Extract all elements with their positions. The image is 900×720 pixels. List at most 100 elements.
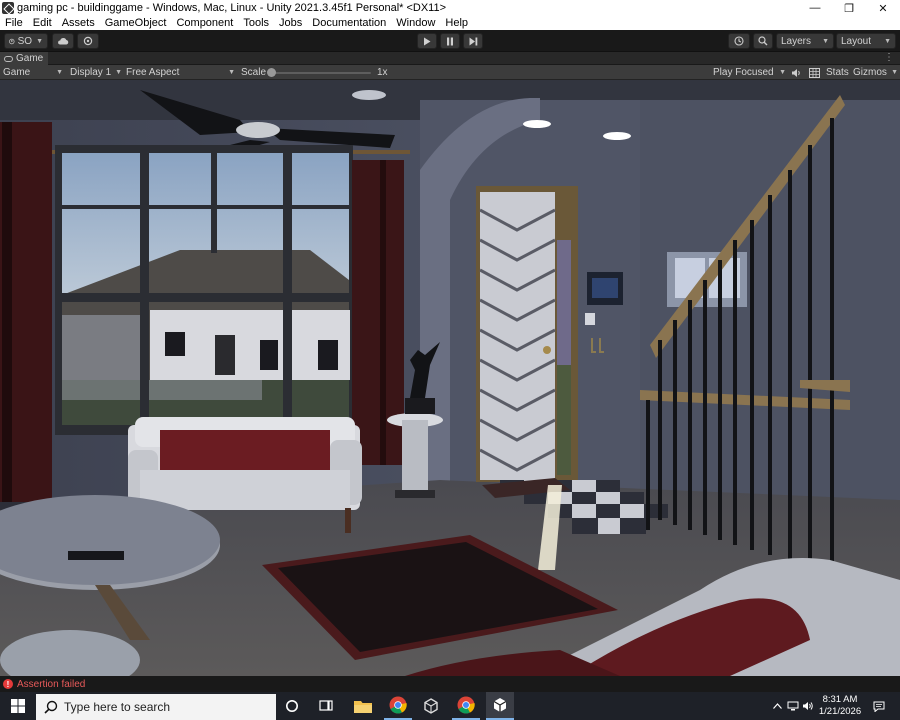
history-button[interactable]: [728, 33, 750, 49]
account-label: SO: [17, 35, 33, 47]
chevron-down-icon: ▼: [779, 69, 786, 76]
network-tray-button[interactable]: [786, 692, 800, 720]
cloud-button[interactable]: [52, 33, 74, 49]
menu-component[interactable]: Component: [171, 17, 238, 29]
cortana-circle-icon: [286, 700, 298, 712]
search-button[interactable]: [753, 33, 773, 49]
chrome-icon: [389, 696, 407, 714]
start-button[interactable]: [4, 692, 32, 720]
chevron-down-icon: ▼: [56, 69, 63, 76]
play-mode-label: Play Focused: [713, 67, 774, 78]
unity-logo-icon: [2, 2, 14, 14]
taskbar-unity-editor[interactable]: [486, 692, 514, 720]
play-icon: [424, 37, 431, 45]
chevron-up-icon: [772, 703, 782, 709]
aspect-label: Free Aspect: [126, 67, 180, 78]
layout-dropdown[interactable]: Layout ▼: [836, 33, 896, 49]
menu-bar: File Edit Assets GameObject Component To…: [0, 16, 900, 30]
taskbar-chrome-2[interactable]: [452, 692, 480, 720]
mute-audio-button[interactable]: [791, 65, 802, 80]
game-tab-strip: Game ⋮: [0, 52, 900, 65]
menu-file[interactable]: File: [0, 17, 28, 29]
main-toolbar: SO ▼ Layers ▼ Layout ▼: [0, 30, 900, 52]
game-render: [0, 80, 900, 676]
chrome-icon: [457, 696, 475, 714]
taskbar-file-explorer[interactable]: [350, 692, 376, 720]
display-label: Display 1: [70, 67, 112, 78]
cortana-button[interactable]: [280, 692, 304, 720]
pause-icon: [447, 37, 453, 45]
chevron-down-icon: ▼: [822, 37, 829, 45]
menu-help[interactable]: Help: [440, 17, 473, 29]
window-title: gaming pc - buildinggame - Windows, Mac,…: [17, 2, 447, 14]
search-icon: [44, 700, 58, 714]
gizmos-label: Gizmos: [853, 67, 887, 78]
play-button[interactable]: [417, 33, 437, 49]
pause-button[interactable]: [440, 33, 460, 49]
title-bar: gaming pc - buildinggame - Windows, Mac,…: [0, 0, 900, 16]
minimize-button[interactable]: —: [798, 0, 832, 16]
step-button[interactable]: [463, 33, 483, 49]
display-dropdown[interactable]: Display 1 ▼: [70, 65, 122, 80]
scale-label: Scale: [241, 67, 267, 78]
notification-icon: [873, 701, 885, 712]
console-message[interactable]: Assertion failed: [17, 679, 85, 690]
menu-edit[interactable]: Edit: [28, 17, 57, 29]
windows-taskbar: Type here to search 8:31 AM 1/21/2026: [0, 692, 900, 720]
show-hidden-icons-button[interactable]: [770, 692, 784, 720]
play-mode-dropdown[interactable]: Play Focused ▼: [713, 65, 786, 80]
close-button[interactable]: ✕: [866, 0, 900, 16]
menu-gameobject[interactable]: GameObject: [100, 17, 172, 29]
collab-button[interactable]: [77, 33, 99, 49]
windows-logo-icon: [11, 699, 25, 713]
chevron-down-icon: ▼: [228, 69, 235, 76]
maximize-button[interactable]: ❐: [832, 0, 866, 16]
chevron-down-icon: ▼: [115, 69, 123, 76]
scale-value: 1x: [377, 67, 388, 78]
view-mode-dropdown[interactable]: Game ▼: [3, 65, 63, 80]
taskbar-unity-hub[interactable]: [418, 692, 444, 720]
clock-time: 8:31 AM: [822, 694, 858, 705]
stats-button[interactable]: Stats: [826, 65, 849, 80]
speaker-icon: [792, 68, 800, 77]
task-view-icon: [319, 700, 333, 711]
search-icon: [758, 36, 768, 46]
gizmos-dropdown[interactable]: Gizmos ▼: [853, 65, 898, 80]
account-dropdown[interactable]: SO ▼: [4, 33, 48, 49]
unity-icon: [493, 698, 507, 712]
status-bar: ! Assertion failed: [0, 676, 900, 692]
taskbar-search-box[interactable]: Type here to search: [36, 694, 276, 720]
notification-center-button[interactable]: [870, 692, 888, 720]
menu-assets[interactable]: Assets: [57, 17, 100, 29]
stats-toggle[interactable]: [809, 65, 820, 80]
tab-game[interactable]: Game: [0, 52, 48, 65]
more-options-icon[interactable]: ⋮: [884, 52, 894, 64]
taskbar-clock[interactable]: 8:31 AM 1/21/2026: [818, 694, 862, 718]
menu-documentation[interactable]: Documentation: [307, 17, 391, 29]
chevron-down-icon: ▼: [36, 37, 43, 45]
search-placeholder: Type here to search: [64, 700, 171, 714]
aspect-dropdown[interactable]: Free Aspect ▼: [126, 65, 235, 80]
layers-dropdown[interactable]: Layers ▼: [776, 33, 834, 49]
scale-slider-handle[interactable]: [267, 68, 276, 77]
network-icon: [787, 701, 799, 711]
menu-jobs[interactable]: Jobs: [274, 17, 307, 29]
chevron-down-icon: ▼: [884, 37, 891, 45]
account-icon: [9, 38, 15, 44]
taskbar-chrome-1[interactable]: [384, 692, 412, 720]
view-mode-label: Game: [3, 67, 31, 78]
folder-icon: [354, 701, 372, 713]
menu-tools[interactable]: Tools: [238, 17, 274, 29]
task-view-button[interactable]: [314, 692, 338, 720]
collab-icon: [83, 36, 93, 46]
gamepad-icon: [4, 55, 13, 62]
scale-slider-track[interactable]: [271, 72, 371, 74]
clock-date: 1/21/2026: [818, 706, 862, 717]
game-view[interactable]: [0, 80, 900, 676]
game-view-controls: Game ▼ Display 1 ▼ Free Aspect ▼ Scale 1…: [0, 65, 900, 80]
grid-icon: [809, 67, 820, 78]
tab-game-label: Game: [16, 53, 44, 64]
volume-tray-button[interactable]: [801, 692, 815, 720]
unity-hub-icon: [424, 698, 438, 714]
menu-window[interactable]: Window: [391, 17, 440, 29]
